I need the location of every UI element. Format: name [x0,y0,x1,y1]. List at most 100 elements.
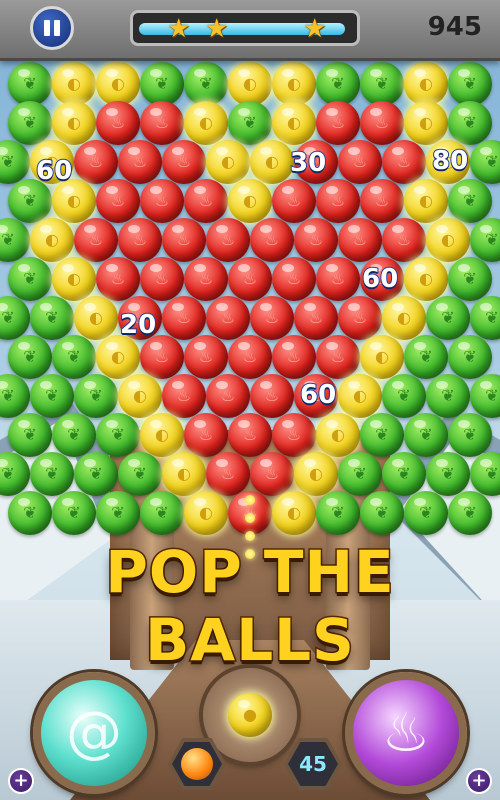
pause-icon [44,20,50,36]
yellow-ball: ◐ [162,452,206,496]
red-ball: ♨ [316,179,360,223]
green-ball: ❦ [360,62,404,106]
red-ball: ♨ [140,257,184,301]
score-value: 945 [427,12,482,42]
yellow-ball: ◐ [272,491,316,535]
yellow-ball: ◐ [404,179,448,223]
green-ball: ❦ [140,62,184,106]
red-ball: ♨ [118,218,162,262]
red-ball: ♨ [162,296,206,340]
red-ball: ♨ [316,257,360,301]
star-icon: ★ [303,14,327,44]
yellow-ball: ◐ [52,62,96,106]
red-ball: ♨ [338,140,382,184]
score-popup: 60 [299,379,337,411]
add-swirl-button[interactable]: + [8,768,34,794]
star-icon: ★ [167,14,191,44]
yellow-ball: ◐ [294,452,338,496]
red-ball: ♨ [338,218,382,262]
green-ball: ❦ [448,491,492,535]
red-ball: ♨ [206,296,250,340]
score-popup: 80 [431,145,469,177]
score-popup: 30 [289,147,327,179]
red-ball: ♨ [338,296,382,340]
swirl-powerup-button[interactable]: @ [33,672,155,794]
yellow-ball: ◐ [250,140,294,184]
red-ball: ♨ [228,335,272,379]
red-ball: ♨ [250,296,294,340]
top-bar: ★ ★ ★ 945 [0,0,500,61]
red-ball: ♨ [184,335,228,379]
red-ball: ♨ [382,218,426,262]
pause-icon [54,20,60,36]
yellow-ball: ◐ [52,101,96,145]
red-ball: ♨ [250,218,294,262]
green-ball: ❦ [74,452,118,496]
red-ball: ♨ [250,374,294,418]
yellow-ball: ◐ [30,218,74,262]
green-ball: ❦ [448,101,492,145]
yellow-ball: ◐ [272,101,316,145]
current-ball: ● [228,693,272,737]
green-ball: ❦ [74,374,118,418]
green-ball: ❦ [8,101,52,145]
green-ball: ❦ [30,452,74,496]
green-ball: ❦ [360,413,404,457]
pause-button[interactable] [30,6,74,50]
aim-dot [245,513,255,523]
red-ball: ♨ [162,218,206,262]
green-ball: ❦ [316,491,360,535]
green-ball: ❦ [8,491,52,535]
score-popup: 60 [361,263,399,295]
yellow-ball: ◐ [360,335,404,379]
red-ball: ♨ [206,374,250,418]
red-ball: ♨ [140,179,184,223]
green-ball: ❦ [8,413,52,457]
green-ball: ❦ [8,335,52,379]
yellow-ball: ◐ [316,413,360,457]
red-ball: ♨ [316,335,360,379]
green-ball: ❦ [382,452,426,496]
red-ball: ♨ [184,413,228,457]
green-ball: ❦ [338,452,382,496]
green-ball: ❦ [404,335,448,379]
yellow-ball: ◐ [52,257,96,301]
green-ball: ❦ [426,452,470,496]
score-popup: 60 [35,155,73,187]
yellow-ball: ◐ [382,296,426,340]
green-ball: ❦ [448,335,492,379]
red-ball: ♨ [272,257,316,301]
green-ball: ❦ [448,413,492,457]
red-ball: ♨ [162,374,206,418]
green-ball: ❦ [448,257,492,301]
green-ball: ❦ [8,62,52,106]
yellow-ball: ◐ [338,374,382,418]
red-ball: ♨ [272,413,316,457]
green-ball: ❦ [382,374,426,418]
red-ball: ♨ [96,257,140,301]
star-icon: ★ [205,14,229,44]
yellow-ball: ◐ [74,296,118,340]
red-ball: ♨ [96,179,140,223]
green-ball: ❦ [30,374,74,418]
fire-powerup-button[interactable]: ♨ [345,672,467,794]
aim-dot [245,495,255,505]
yellow-ball: ◐ [404,257,448,301]
green-ball: ❦ [404,413,448,457]
red-ball: ♨ [272,179,316,223]
green-ball: ❦ [140,491,184,535]
green-ball: ❦ [448,179,492,223]
red-ball: ♨ [360,179,404,223]
red-ball: ♨ [140,101,184,145]
red-ball: ♨ [162,140,206,184]
add-fire-button[interactable]: + [466,768,492,794]
red-ball: ♨ [184,179,228,223]
score-popup: 20 [119,309,157,341]
green-ball: ❦ [52,413,96,457]
green-ball: ❦ [8,257,52,301]
green-ball: ❦ [360,491,404,535]
bubble-shooter[interactable]: ● [203,668,297,762]
red-ball: ♨ [140,335,184,379]
green-ball: ❦ [52,491,96,535]
green-ball: ❦ [96,491,140,535]
